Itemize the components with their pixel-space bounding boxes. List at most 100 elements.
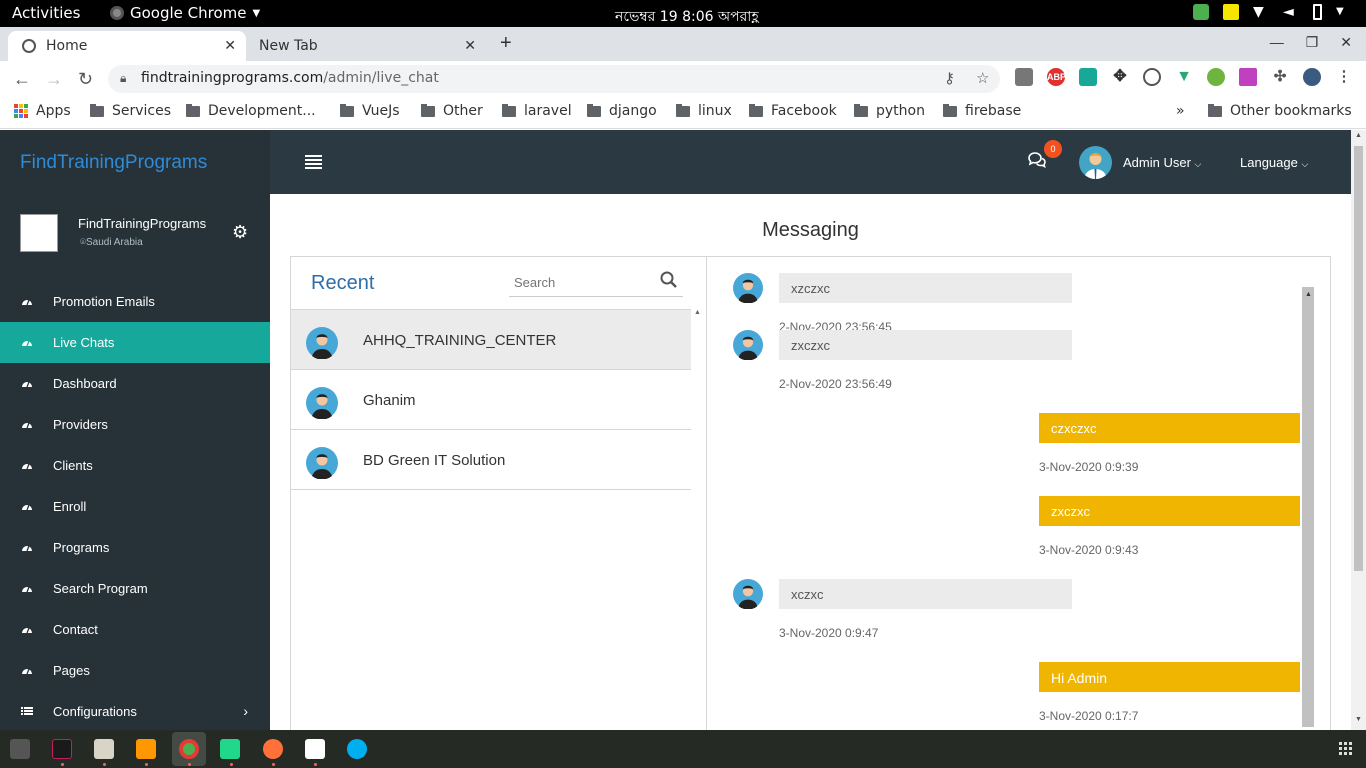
color-picker-icon[interactable] [1207,68,1225,86]
search-icon[interactable] [660,271,677,293]
gear-icon[interactable]: ⚙ [232,222,248,243]
star-icon[interactable]: ☆ [976,69,989,87]
sidebar-item-dashboard[interactable]: Dashboard [0,363,270,404]
language-menu[interactable]: Language ⌵ [1240,155,1308,170]
feather-icon[interactable] [1239,68,1257,86]
user-avatar[interactable] [1079,146,1112,179]
bookmark-folder[interactable]: python [854,103,925,119]
bookmark-folder[interactable]: Other [421,103,483,119]
devtools-icon[interactable] [1143,68,1161,86]
text-editor-icon[interactable] [305,739,325,759]
power-menu-chevron-icon[interactable]: ▼ [1336,4,1352,20]
conversation-scrollbar[interactable]: ▲ [691,309,705,730]
volume-icon[interactable]: ◄ [1283,4,1299,20]
show-applications-icon[interactable] [1339,742,1352,755]
chrome-menu-icon[interactable]: ⋮ [1335,68,1353,86]
url-text[interactable]: findtrainingprograms.com/admin/live_chat [141,70,439,86]
sidebar-item-configurations[interactable]: Configurations › [0,691,270,730]
conversation-item[interactable]: AHHQ_TRAINING_CENTER [291,310,691,370]
firefox-icon[interactable] [263,739,283,759]
brand-logo[interactable]: FindTrainingPrograms [0,130,270,194]
conversation-name: BD Green IT Solution [363,452,506,469]
bookmark-folder[interactable]: Development... [186,103,316,119]
tab-home[interactable]: Home ✕ [8,31,246,61]
sidebar-item-search-program[interactable]: Search Program [0,568,270,609]
bookmarks-overflow-icon[interactable]: » [1176,103,1185,119]
close-tab-icon[interactable]: ✕ [224,38,236,54]
scrollbar-thumb[interactable] [1354,146,1363,571]
sidebar-item-clients[interactable]: Clients [0,445,270,486]
tab-new-tab[interactable]: New Tab ✕ [246,31,486,61]
chrome-icon[interactable] [179,739,199,759]
sublime-text-icon[interactable] [136,739,156,759]
bookmark-folder[interactable]: firebase [943,103,1021,119]
notes-icon[interactable] [1223,4,1239,20]
minimize-icon[interactable]: — [1270,34,1284,51]
system-tray[interactable]: ▼ ◄ ▼ [1193,4,1352,20]
restore-icon[interactable]: ❐ [1306,34,1319,51]
sidebar-menu: Promotion Emails Live Chats Dashboard Pr… [0,294,270,730]
camera-icon[interactable] [1015,68,1033,86]
bookmark-other-bookmarks[interactable]: Other bookmarks [1208,103,1352,119]
running-indicator [61,763,64,766]
scroll-up-icon[interactable]: ▲ [694,309,701,316]
extensions-puzzle-icon[interactable]: ✣ [1271,68,1289,86]
adblock-icon[interactable]: ABP [1047,68,1066,86]
wifi-icon[interactable]: ▼ [1253,4,1269,20]
conversation-item[interactable]: BD Green IT Solution [291,430,691,490]
terminal-app-icon[interactable] [52,739,72,759]
files-icon[interactable] [94,739,114,759]
page-scrollbar[interactable]: ▲ ▼ [1351,130,1366,730]
vue-devtools-icon[interactable]: ▼ [1175,68,1193,86]
sidebar-item-contact[interactable]: Contact [0,609,270,650]
user-menu[interactable]: Admin User ⌵ [1123,155,1201,170]
terminal-icon[interactable] [10,739,30,759]
scroll-down-icon[interactable]: ▼ [1355,716,1362,723]
profile-avatar[interactable] [1303,68,1321,86]
search-input[interactable] [509,272,654,292]
sidebar-item-promotion-emails[interactable]: Promotion Emails [0,281,270,322]
sidebar-item-label: Dashboard [53,376,117,391]
sidebar-item-programs[interactable]: Programs [0,527,270,568]
app-menu[interactable]: Google Chrome ▼ [110,4,260,22]
skype-icon[interactable] [347,739,367,759]
close-tab-icon[interactable]: ✕ [464,38,476,54]
bookmark-folder[interactable]: laravel [502,103,572,119]
key-icon[interactable]: ⚷ [944,69,955,87]
folder-icon [340,103,354,117]
mail-extension-icon[interactable] [1079,68,1097,86]
move-icon[interactable]: ✥ [1111,68,1129,86]
running-indicator [314,763,317,766]
shield-icon[interactable] [1193,4,1209,20]
bookmark-folder[interactable]: linux [676,103,732,119]
close-window-icon[interactable]: ✕ [1340,34,1352,51]
conversation-item[interactable]: Ghanim [291,370,691,430]
sidebar-item-providers[interactable]: Providers [0,404,270,445]
new-tab-icon[interactable]: + [500,32,512,55]
reload-icon[interactable]: ↻ [78,69,93,90]
forward-icon[interactable]: → [45,69,63,90]
scroll-up-icon[interactable]: ▲ [1305,291,1312,298]
message-time: 2-Nov-2020 23:56:49 [779,377,892,391]
back-icon[interactable]: ← [13,69,31,90]
bookmark-folder[interactable]: Services [90,103,171,119]
bookmark-folder[interactable]: Facebook [749,103,837,119]
message-scrollbar[interactable] [1302,287,1314,727]
clock[interactable]: নভেম্বর 19 8:06 অপরাহ্ণ [615,5,759,29]
globe-icon [22,39,36,53]
bookmark-folder[interactable]: VueJs [340,103,400,119]
scroll-up-icon[interactable]: ▲ [1355,132,1362,139]
sidebar-item-enroll[interactable]: Enroll [0,486,270,527]
activities-button[interactable]: Activities [12,4,80,22]
address-bar[interactable]: 🔒︎ findtrainingprograms.com/admin/live_c… [108,65,1000,93]
lock-icon[interactable]: 🔒︎ [120,71,126,86]
sidebar-item-label: Search Program [53,581,148,596]
sidebar-item-pages[interactable]: Pages [0,650,270,691]
chat-bubbles-icon[interactable] [1028,152,1046,173]
pycharm-icon[interactable] [220,739,240,759]
battery-icon[interactable] [1313,4,1322,20]
bookmark-apps[interactable]: Apps [14,103,71,119]
sidebar-item-live-chats[interactable]: Live Chats [0,322,270,363]
bookmark-folder[interactable]: django [587,103,657,119]
hamburger-menu-icon[interactable] [305,155,322,169]
